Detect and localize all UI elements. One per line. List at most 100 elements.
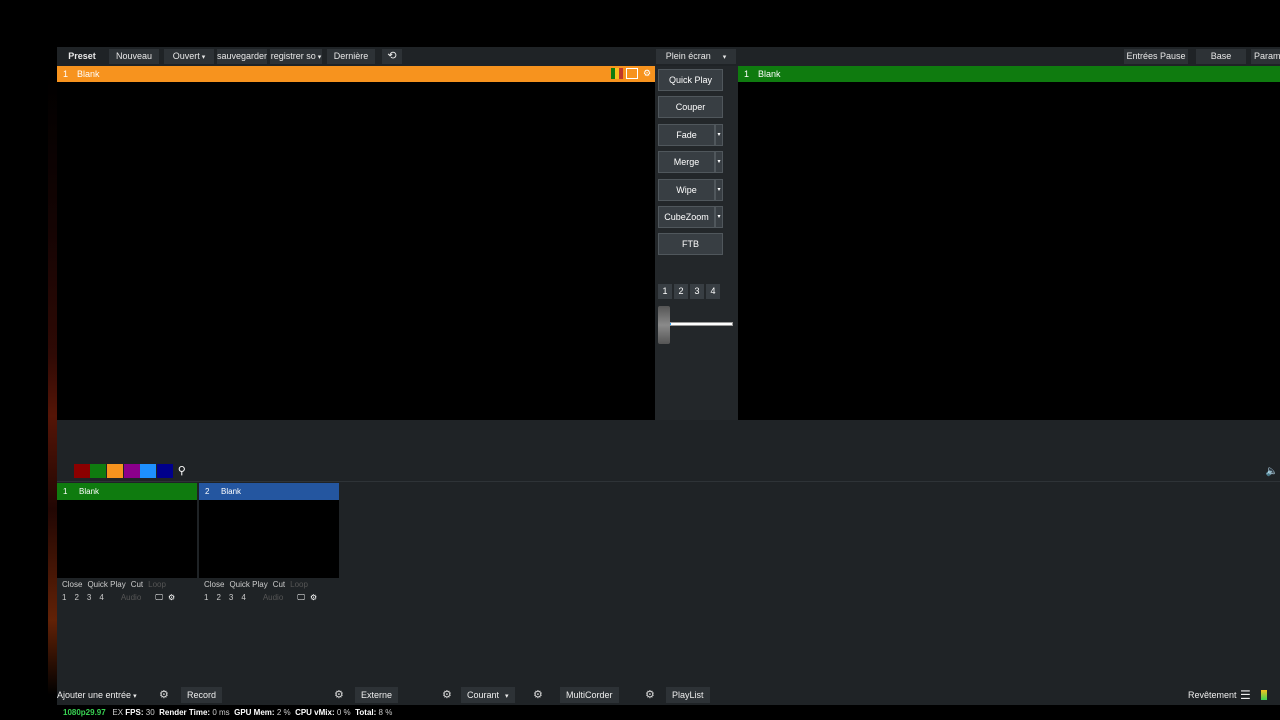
output-panel[interactable]: 1 Blank xyxy=(738,66,1280,420)
gear-icon[interactable]: ⚙ xyxy=(641,68,653,79)
menu-icon[interactable]: ☰ xyxy=(1240,687,1251,703)
input-2-number: 2 xyxy=(205,487,210,496)
input-2-overlay-4[interactable]: 4 xyxy=(241,591,245,604)
background-glow xyxy=(48,75,57,695)
ajouter-entree-label: Ajouter une entrée xyxy=(57,690,132,700)
output-title: Blank xyxy=(758,69,781,79)
plein-ecran-button[interactable]: Plein écran ▾ xyxy=(656,49,736,64)
top-toolbar: Preset Nouveau Ouvert ▾ sauvegarder regis… xyxy=(57,47,1280,66)
gear-icon[interactable]: ⚙ xyxy=(168,591,175,604)
parametres-button[interactable]: Param xyxy=(1251,49,1280,64)
render-time-label: Render Time: xyxy=(159,708,211,717)
merge-dropdown-icon[interactable]: ▾ xyxy=(715,151,723,173)
color-filter-red[interactable] xyxy=(73,464,90,478)
quick-play-button[interactable]: Quick Play xyxy=(658,69,723,91)
record-button[interactable]: Record xyxy=(181,687,223,703)
transition-3-button[interactable]: 3 xyxy=(690,284,704,299)
input-2-overlay-2[interactable]: 2 xyxy=(216,591,220,604)
merge-button[interactable]: Merge xyxy=(658,151,715,173)
input-1-overlay-2[interactable]: 2 xyxy=(74,591,78,604)
input-1-cut-button[interactable]: Cut xyxy=(131,578,143,591)
chevron-down-icon: ▾ xyxy=(722,54,727,61)
monitor-icon[interactable]: 🖵 xyxy=(155,591,163,604)
input-2-overlay-1[interactable]: 1 xyxy=(204,591,208,604)
transition-2-button[interactable]: 2 xyxy=(674,284,688,299)
color-filter-blue[interactable] xyxy=(140,464,157,478)
color-filter-navy[interactable] xyxy=(157,464,174,478)
gear-icon[interactable]: ⚙ xyxy=(645,687,655,703)
enregistrer-sous-label: registrer so xyxy=(270,51,316,61)
tbar-track[interactable] xyxy=(663,322,733,326)
gear-icon[interactable]: ⚙ xyxy=(442,687,452,703)
fade-button[interactable]: Fade xyxy=(658,124,715,146)
transition-4-button[interactable]: 4 xyxy=(706,284,720,299)
window-icon[interactable] xyxy=(626,68,638,79)
entrees-pause-button[interactable]: Entrées Pause xyxy=(1124,49,1188,64)
input-2-cut-button[interactable]: Cut xyxy=(273,578,285,591)
fade-dropdown-icon[interactable]: ▾ xyxy=(715,124,723,146)
enregistrer-sous-button[interactable]: registrer so ▾ xyxy=(270,49,322,64)
input-1-quick-play-button[interactable]: Quick Play xyxy=(87,578,125,591)
fps-value: 30 xyxy=(145,708,155,717)
input-2-title: Blank xyxy=(221,487,242,496)
refresh-icon[interactable]: ⟲ xyxy=(382,49,402,64)
input-2-audio-button[interactable]: Audio xyxy=(263,591,283,604)
revetement-button[interactable]: Revêtement xyxy=(1188,687,1237,703)
input-card-1[interactable]: 1 Blank Close Quick Play Cut Loop 1 2 3 4… xyxy=(57,483,197,605)
color-filter-green[interactable] xyxy=(90,464,107,478)
ex-label: EX xyxy=(112,708,124,717)
input-2-thumbnail[interactable] xyxy=(199,500,339,578)
preset-label[interactable]: Preset xyxy=(63,49,101,64)
chevron-down-icon: ▾ xyxy=(317,54,322,61)
couper-button[interactable]: Couper xyxy=(658,96,723,118)
wipe-button[interactable]: Wipe xyxy=(658,179,715,201)
courant-button[interactable]: Courant ▾ xyxy=(461,687,515,703)
preview-title: Blank xyxy=(77,69,100,79)
input-1-overlay-3[interactable]: 3 xyxy=(87,591,91,604)
sauvegarder-button[interactable]: sauvegarder xyxy=(217,49,267,64)
nouveau-button[interactable]: Nouveau xyxy=(109,49,159,64)
ftb-button[interactable]: FTB xyxy=(658,233,723,255)
ajouter-entree-button[interactable]: Ajouter une entrée ▾ xyxy=(57,687,137,703)
input-card-2[interactable]: 2 Blank Close Quick Play Cut Loop 1 2 3 4… xyxy=(199,483,339,605)
ouvert-button[interactable]: Ouvert ▾ xyxy=(164,49,214,64)
input-2-close-button[interactable]: Close xyxy=(204,578,224,591)
input-2-quick-play-button[interactable]: Quick Play xyxy=(229,578,267,591)
transition-1-button[interactable]: 1 xyxy=(658,284,672,299)
input-1-loop-button[interactable]: Loop xyxy=(148,578,166,591)
derniere-button[interactable]: Dernière xyxy=(327,49,375,64)
wipe-dropdown-icon[interactable]: ▾ xyxy=(715,179,723,201)
tbar-handle[interactable] xyxy=(658,306,670,344)
speaker-icon[interactable]: 🔈 xyxy=(1266,466,1278,477)
preview-header: 1 Blank ⚙ xyxy=(57,66,655,82)
chevron-down-icon: ▾ xyxy=(505,693,509,700)
gear-icon[interactable]: ⚙ xyxy=(159,687,169,703)
color-tag-icon[interactable] xyxy=(611,68,623,79)
audio-meter-icon xyxy=(1261,690,1267,700)
input-2-loop-button[interactable]: Loop xyxy=(290,578,308,591)
externe-button[interactable]: Externe xyxy=(355,687,399,703)
preview-panel[interactable]: 1 Blank ⚙ xyxy=(57,66,655,420)
gear-icon[interactable]: ⚙ xyxy=(310,591,317,604)
input-1-close-button[interactable]: Close xyxy=(62,578,82,591)
input-2-overlay-3[interactable]: 3 xyxy=(229,591,233,604)
playlist-button[interactable]: PlayList xyxy=(666,687,710,703)
input-1-thumbnail[interactable] xyxy=(57,500,197,578)
vmix-window: Preset Nouveau Ouvert ▾ sauvegarder regis… xyxy=(57,47,1280,720)
cubezoom-button[interactable]: CubeZoom xyxy=(658,206,715,228)
color-filter-orange[interactable] xyxy=(107,464,124,478)
courant-label: Courant xyxy=(467,690,500,700)
gear-icon[interactable]: ⚙ xyxy=(533,687,543,703)
multicorder-button[interactable]: MultiCorder xyxy=(560,687,619,703)
color-filter-purple[interactable] xyxy=(123,464,140,478)
cubezoom-dropdown-icon[interactable]: ▾ xyxy=(715,206,723,228)
color-filter-all[interactable] xyxy=(57,464,73,478)
base-button[interactable]: Base xyxy=(1196,49,1246,64)
input-1-overlay-4[interactable]: 4 xyxy=(99,591,103,604)
monitor-icon[interactable]: 🖵 xyxy=(297,591,305,604)
search-icon[interactable]: ⚲ xyxy=(174,464,190,478)
gear-icon[interactable]: ⚙ xyxy=(334,687,344,703)
input-1-audio-button[interactable]: Audio xyxy=(121,591,141,604)
gpu-mem-value: 2 % xyxy=(276,708,291,717)
input-1-overlay-1[interactable]: 1 xyxy=(62,591,66,604)
